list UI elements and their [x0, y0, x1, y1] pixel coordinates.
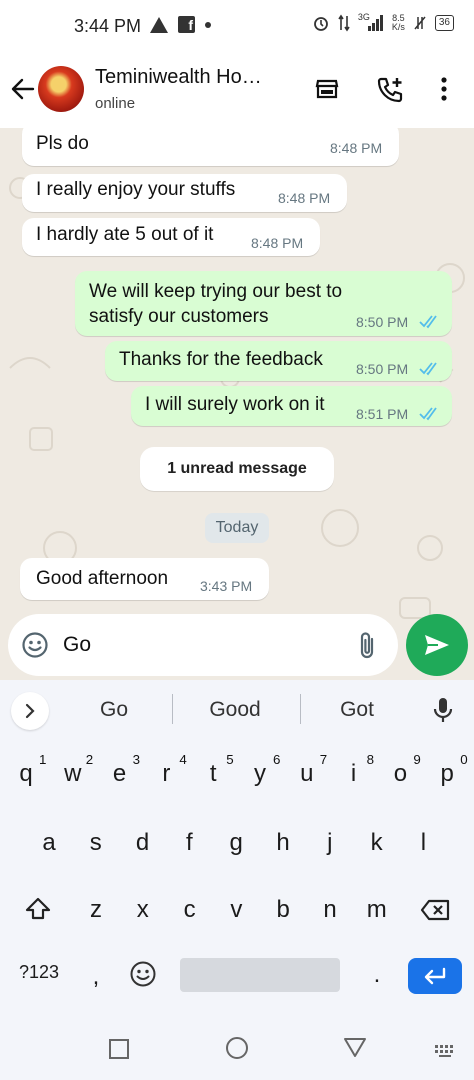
suggestion-divider	[172, 694, 173, 724]
key-f[interactable]: f	[169, 829, 209, 857]
key-number-hint: 4	[179, 752, 187, 767]
message-bubble-outgoing[interactable]: We will keep trying our best to satisfy …	[75, 271, 452, 336]
facebook-icon: f	[178, 16, 195, 33]
key-number-hint: 1	[39, 752, 47, 767]
message-composer	[8, 614, 398, 676]
network-speed: 8.5 K/s	[391, 13, 405, 32]
contact-name[interactable]: Teminiwealth Ho…	[95, 66, 285, 89]
key-n[interactable]: n	[310, 896, 350, 924]
key-number-hint: 3	[132, 752, 141, 767]
more-options-icon[interactable]	[440, 76, 448, 102]
keyboard-switch-icon[interactable]	[434, 1044, 456, 1058]
key-k[interactable]: k	[357, 829, 397, 857]
key-s[interactable]: s	[76, 829, 116, 857]
read-ticks-icon	[419, 362, 437, 376]
read-ticks-icon	[419, 315, 437, 329]
key-g[interactable]: g	[216, 829, 256, 857]
key-z[interactable]: z	[76, 896, 116, 924]
message-bubble-incoming[interactable]: I hardly ate 5 out of it 8:48 PM	[22, 218, 320, 256]
emoji-icon[interactable]	[21, 631, 49, 659]
status-bar: 3:44 PM f 3G 8.5 K/s 36	[0, 0, 474, 52]
space-key[interactable]	[180, 958, 340, 992]
key-m[interactable]: m	[357, 896, 397, 924]
alarm-icon	[313, 17, 328, 31]
read-ticks-icon	[419, 407, 437, 421]
home-icon[interactable]	[225, 1036, 249, 1060]
status-time: 3:44 PM	[74, 16, 142, 36]
suggestion-divider	[300, 694, 301, 724]
key-number-hint: 7	[319, 752, 328, 767]
catalog-store-icon[interactable]	[314, 76, 340, 102]
contact-avatar[interactable]	[38, 66, 84, 112]
date-divider: Today	[205, 513, 269, 543]
comma-key[interactable]: ,	[76, 963, 116, 991]
period-key[interactable]: .	[357, 961, 397, 989]
key-a[interactable]: a	[29, 829, 69, 857]
key-v[interactable]: v	[216, 896, 256, 924]
suggestion-1[interactable]: Go	[59, 698, 169, 722]
data-arrows-icon	[338, 14, 350, 32]
send-button[interactable]	[406, 614, 468, 676]
message-input[interactable]	[63, 630, 333, 660]
key-b[interactable]: b	[263, 896, 303, 924]
enter-key[interactable]	[408, 958, 462, 994]
key-j[interactable]: j	[310, 829, 350, 857]
unread-messages-pill: 1 unread message	[140, 447, 334, 491]
backspace-key-icon[interactable]	[420, 899, 450, 921]
back-arrow-icon[interactable]	[10, 76, 36, 102]
attach-paperclip-icon[interactable]	[356, 631, 380, 661]
key-l[interactable]: l	[403, 829, 443, 857]
key-x[interactable]: x	[123, 896, 163, 924]
message-bubble-outgoing[interactable]: I will surely work on it 8:51 PM	[131, 386, 452, 426]
send-icon	[425, 635, 449, 655]
emoji-key-icon[interactable]	[129, 960, 157, 988]
key-number-hint: 8	[366, 752, 375, 767]
expand-toolbar-button[interactable]	[11, 692, 49, 730]
wifi-call-icon	[414, 16, 426, 30]
recent-apps-icon[interactable]	[108, 1038, 130, 1060]
message-bubble-outgoing[interactable]: Thanks for the feedback 8:50 PM	[105, 341, 452, 381]
key-c[interactable]: c	[170, 896, 210, 924]
message-bubble-incoming[interactable]: Good afternoon 3:43 PM	[20, 558, 269, 600]
key-number-hint: 6	[273, 752, 281, 767]
key-number-hint: 0	[460, 752, 468, 767]
suggestion-3[interactable]: Got	[302, 698, 412, 722]
microphone-icon[interactable]	[432, 696, 454, 724]
shift-key-icon[interactable]	[25, 897, 51, 921]
add-call-icon[interactable]	[376, 76, 404, 104]
on-screen-keyboard: Go Good Got q1w2e3r4t5y6u7i8o9p0 asdfghj…	[0, 680, 474, 1080]
more-notifications-dot	[205, 21, 211, 28]
chevron-right-icon	[25, 703, 35, 719]
message-bubble-incoming[interactable]: I really enjoy your stuffs 8:48 PM	[22, 174, 347, 212]
chat-header: Teminiwealth Ho… online	[0, 52, 474, 128]
chat-area[interactable]: Pls do 8:48 PM I really enjoy your stuff…	[0, 128, 474, 680]
system-navigation-bar	[0, 1010, 474, 1080]
key-number-hint: 5	[226, 752, 234, 767]
message-bubble-incoming[interactable]: Pls do 8:48 PM	[22, 128, 399, 166]
back-triangle-icon[interactable]	[343, 1036, 367, 1058]
contact-status: online	[95, 95, 136, 112]
battery-icon: 36	[434, 15, 454, 31]
key-number-hint: 2	[85, 752, 94, 767]
suggestion-bar: Go Good Got	[0, 680, 474, 738]
suggestion-2[interactable]: Good	[180, 698, 290, 722]
key-d[interactable]: d	[123, 829, 163, 857]
signal-icon: 3G	[358, 12, 384, 32]
warning-icon	[150, 16, 168, 33]
symbols-key[interactable]: ?123	[14, 962, 64, 983]
key-number-hint: 9	[413, 752, 421, 767]
key-h[interactable]: h	[263, 829, 303, 857]
enter-arrow-icon	[424, 967, 446, 985]
